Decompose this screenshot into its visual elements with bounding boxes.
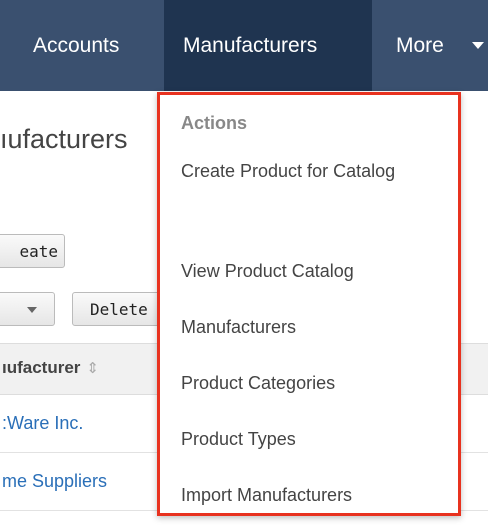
menu-heading: Actions <box>181 113 248 133</box>
page-title: ıufacturers <box>0 124 128 154</box>
chevron-down-icon <box>27 307 37 313</box>
nav-tab-manufacturers[interactable]: Manufacturers <box>164 0 372 91</box>
chevron-down-icon[interactable] <box>472 42 484 49</box>
manufacturer-link[interactable]: me Suppliers <box>2 471 107 492</box>
menu-item-product-types[interactable]: Product Types <box>181 423 451 456</box>
manufacturer-link[interactable]: :Ware Inc. <box>2 413 83 434</box>
nav-tab-manufacturers-label: Manufacturers <box>183 34 318 57</box>
menu-item-product-categories[interactable]: Product Categories <box>181 367 451 400</box>
column-header-manufacturer[interactable]: ıufacturer ⇕ <box>2 358 99 378</box>
column-header-label: ıufacturer <box>2 358 81 377</box>
menu-item-create-product[interactable]: Create Product for Catalog <box>181 155 451 188</box>
create-button[interactable]: eate <box>0 234 65 268</box>
sort-icon[interactable]: ⇕ <box>86 359 99 377</box>
menu-item-import-manufacturers[interactable]: Import Manufacturers <box>181 479 451 512</box>
top-nav: Accounts Manufacturers More <box>0 0 488 91</box>
nav-tab-more[interactable]: More <box>396 0 444 91</box>
mass-select-dropdown[interactable] <box>0 292 55 326</box>
menu-item-view-catalog[interactable]: View Product Catalog <box>181 255 451 288</box>
nav-tab-accounts[interactable]: Accounts <box>33 0 119 91</box>
actions-dropdown-menu: Actions Create Product for Catalog View … <box>157 92 461 516</box>
menu-item-manufacturers[interactable]: Manufacturers <box>181 311 451 344</box>
